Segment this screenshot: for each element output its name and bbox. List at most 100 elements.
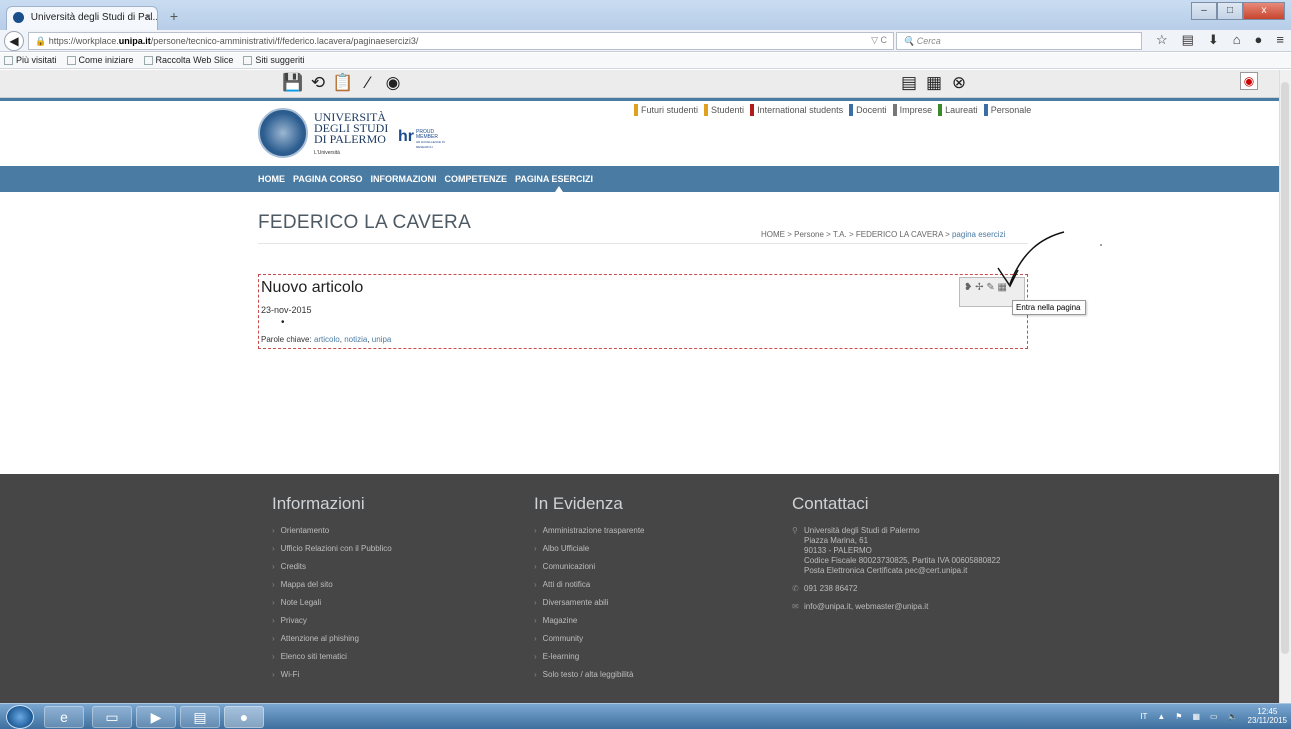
network-icon[interactable]: ▦ — [1192, 712, 1200, 721]
file-explorer-icon[interactable]: ▭ — [92, 706, 132, 728]
audience-link[interactable]: Docenti — [849, 104, 887, 116]
breadcrumb-person[interactable]: FEDERICO LA CAVERA — [856, 230, 943, 239]
clipboard-icon[interactable]: 📋 — [332, 73, 354, 93]
show-hidden-icons-icon[interactable]: ▲ — [1157, 712, 1165, 721]
footer-link[interactable]: › E-learning — [534, 652, 645, 670]
footer-link[interactable]: › Albo Ufficiale — [534, 544, 645, 562]
footer-link[interactable]: › Note Legali — [272, 598, 392, 616]
history-icon[interactable]: ⟲ — [307, 73, 329, 93]
article-title[interactable]: Nuovo articolo — [261, 279, 363, 297]
site-favicon-icon — [13, 12, 24, 23]
minimize-button[interactable]: – — [1191, 2, 1217, 20]
browser-title-bar: Università degli Studi di Pal... × + – □… — [0, 0, 1291, 30]
footer-link[interactable]: › Community — [534, 634, 645, 652]
close-window-button[interactable]: x — [1243, 2, 1285, 20]
record-icon[interactable]: ◉ — [382, 73, 404, 93]
contact-details: ⚲ Università degli Studi di Palermo Piaz… — [792, 526, 1000, 612]
bookmark-item[interactable]: Più visitati — [4, 55, 57, 66]
edit-heart-icon[interactable]: ❥ — [964, 282, 972, 293]
nav-pagina-esercizi[interactable]: PAGINA ESERCIZI — [515, 174, 593, 184]
footer-link[interactable]: › Atti di notifica — [534, 580, 645, 598]
tag-link[interactable]: unipa — [372, 335, 392, 344]
volume-icon[interactable]: 🔈 — [1228, 712, 1238, 721]
audience-link[interactable]: Personale — [983, 104, 1031, 116]
phone-number[interactable]: 091 238 86472 — [804, 584, 857, 593]
page-title: FEDERICO LA CAVERA — [258, 212, 472, 233]
university-logo[interactable]: UNIVERSITÀ DEGLI STUDI DI PALERMO L'Univ… — [258, 108, 458, 160]
maximize-button[interactable]: □ — [1217, 2, 1243, 20]
tab-close-icon[interactable]: × — [145, 12, 151, 23]
audience-link[interactable]: Imprese — [892, 104, 932, 116]
chevron-right-icon: › — [272, 580, 275, 589]
document-app-icon[interactable]: ▤ — [180, 706, 220, 728]
home-icon[interactable]: ⌂ — [1233, 32, 1241, 50]
media-player-icon[interactable]: ▶ — [136, 706, 176, 728]
save-icon[interactable]: 💾 — [282, 73, 304, 93]
bookmark-item[interactable]: Come iniziare — [66, 55, 134, 66]
firefox-icon[interactable]: ● — [224, 706, 264, 728]
audience-link[interactable]: International students — [750, 104, 843, 116]
monitor-icon[interactable]: ▭ — [1210, 712, 1218, 721]
footer-link[interactable]: › Wi-Fi — [272, 670, 392, 688]
breadcrumb-home[interactable]: HOME — [761, 230, 785, 239]
footer-link[interactable]: › Elenco siti tematici — [272, 652, 392, 670]
chevron-right-icon: › — [534, 598, 537, 607]
breadcrumb-ta[interactable]: T.A. — [833, 230, 847, 239]
footer-link[interactable]: › Solo testo / alta leggibilità — [534, 670, 645, 688]
footer-link[interactable]: › Comunicazioni — [534, 562, 645, 580]
bookmark-item[interactable]: Siti suggeriti — [243, 55, 304, 66]
magic-wand-icon[interactable]: ⁄ — [357, 73, 379, 93]
pencil-icon[interactable]: ✎ — [986, 282, 994, 293]
nav-home[interactable]: HOME — [258, 174, 285, 184]
audience-link[interactable]: Futuri studenti — [634, 104, 698, 116]
chat-icon[interactable]: ● — [1255, 32, 1263, 50]
footer-link-label: Solo testo / alta leggibilità — [542, 670, 634, 679]
footer-link[interactable]: › Ufficio Relazioni con il Pubblico — [272, 544, 392, 562]
reload-icon[interactable]: ▽ C — [871, 35, 887, 46]
footer-link[interactable]: › Privacy — [272, 616, 392, 634]
url-bar[interactable]: 🔒 https://workplace.unipa.it/persone/tec… — [28, 32, 894, 50]
browser-tab[interactable]: Università degli Studi di Pal... × — [6, 6, 158, 30]
search-input[interactable]: 🔍 Cerca — [896, 32, 1142, 50]
footer-link[interactable]: › Magazine — [534, 616, 645, 634]
article-block[interactable]: Nuovo articolo 23-nov-2015 • Parole chia… — [258, 274, 1028, 349]
move-icon[interactable]: ✢ — [975, 282, 983, 293]
email-address[interactable]: info@unipa.it, webmaster@unipa.it — [804, 602, 928, 611]
breadcrumb-separator: > — [848, 230, 854, 239]
addon-record-icon[interactable]: ◉ — [1240, 72, 1258, 90]
footer-link[interactable]: › Attenzione al phishing — [272, 634, 392, 652]
system-clock[interactable]: 12:45 23/11/2015 — [1248, 707, 1287, 725]
new-tab-button[interactable]: + — [164, 8, 184, 26]
address-line: Posta Elettronica Certificata pec@cert.u… — [804, 566, 968, 575]
tag-link[interactable]: articolo — [314, 335, 340, 344]
scrollbar-thumb[interactable] — [1281, 82, 1289, 654]
bookmark-item[interactable]: Raccolta Web Slice — [143, 55, 233, 66]
nav-pagina-corso[interactable]: PAGINA CORSO — [293, 174, 363, 184]
bookmark-star-icon[interactable]: ☆ — [1156, 32, 1168, 50]
nav-informazioni[interactable]: INFORMAZIONI — [371, 174, 437, 184]
bookmark-label: Più visitati — [16, 55, 57, 65]
start-button-icon[interactable] — [6, 705, 34, 729]
nav-competenze[interactable]: COMPETENZE — [445, 174, 508, 184]
audience-link[interactable]: Studenti — [704, 104, 744, 116]
audience-link[interactable]: Laureati — [938, 104, 978, 116]
logo-subtitle: L'Università — [314, 150, 340, 156]
sitemap-icon[interactable]: ▦ — [923, 73, 945, 93]
footer-link[interactable]: › Diversamente abili — [534, 598, 645, 616]
close-circle-icon[interactable]: ⊗ — [948, 73, 970, 93]
menu-icon[interactable]: ≡ — [1276, 32, 1284, 50]
footer-link[interactable]: › Orientamento — [272, 526, 392, 544]
reading-list-icon[interactable]: ▤ — [1182, 32, 1194, 50]
comment-icon[interactable]: ▤ — [898, 73, 920, 93]
footer-link-label: E-learning — [542, 652, 580, 661]
breadcrumb-persone[interactable]: Persone — [794, 230, 824, 239]
footer-link[interactable]: › Credits — [272, 562, 392, 580]
input-language[interactable]: IT — [1140, 712, 1147, 721]
footer-link[interactable]: › Amministrazione trasparente — [534, 526, 645, 544]
back-arrow-icon[interactable]: ◀ — [4, 31, 24, 51]
flag-icon[interactable]: ⚑ — [1175, 712, 1182, 721]
footer-link[interactable]: › Mappa del sito — [272, 580, 392, 598]
internet-explorer-icon[interactable]: e — [44, 706, 84, 728]
download-icon[interactable]: ⬇ — [1208, 32, 1219, 50]
tag-link[interactable]: notizia — [344, 335, 367, 344]
